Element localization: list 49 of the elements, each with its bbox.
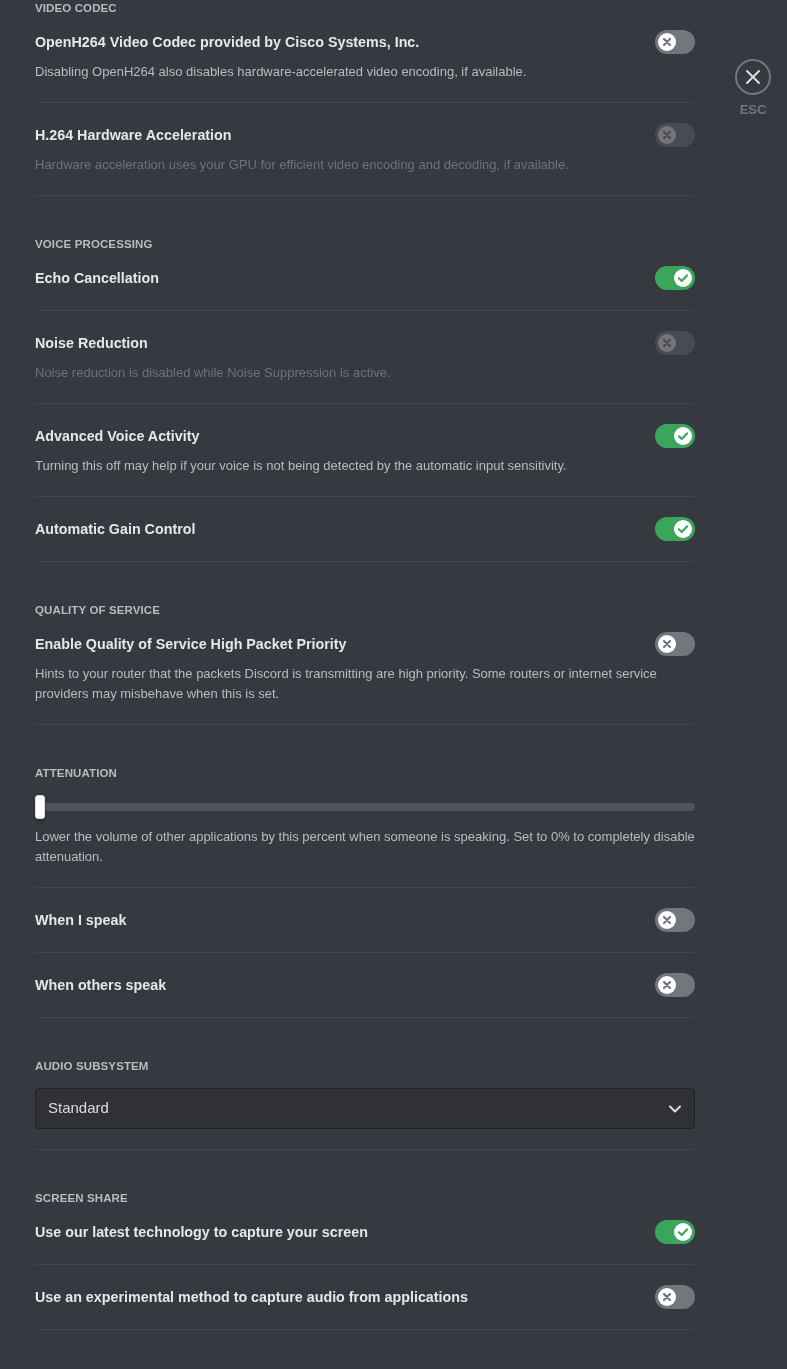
cross-icon <box>658 334 676 352</box>
check-icon <box>674 427 692 445</box>
setting-title: When others speak <box>35 976 167 995</box>
setting-title: Enable Quality of Service High Packet Priority <box>35 635 347 654</box>
slider-thumb[interactable] <box>35 795 45 819</box>
setting-description: Lower the volume of other applications by this percent when someone is speaking. Set to 0% to completely disable attenuation. <box>35 828 695 866</box>
setting-description: Turning this off may help if your voice is not being detected by the automatic input sensitivity. <box>35 457 568 475</box>
check-icon <box>674 269 692 287</box>
esc-label: ESC <box>739 102 767 118</box>
section-heading: ATTENUATION <box>35 766 118 781</box>
cross-icon <box>658 33 676 51</box>
setting-title: Echo Cancellation <box>35 269 159 288</box>
toggle-switch[interactable] <box>655 908 695 932</box>
setting-description: Noise reduction is disabled while Noise Suppression is active. <box>35 364 392 382</box>
close-icon <box>745 69 761 85</box>
setting-title: Use an experimental method to capture audio from applications <box>35 1288 468 1307</box>
cross-icon <box>658 635 676 653</box>
setting-title: When I speak <box>35 911 127 930</box>
section-heading: VOICE PROCESSING <box>35 237 154 252</box>
toggle-switch[interactable] <box>655 517 695 541</box>
setting-title: Use our latest technology to capture your screen <box>35 1223 368 1242</box>
setting-title: H.264 Hardware Acceleration <box>35 126 232 145</box>
setting-description: Hints to your router that the packets Discord is transmitting are high priority. Some routers or internet service providers may misbehave when this is set. <box>35 665 658 703</box>
setting-title: Automatic Gain Control <box>35 520 196 539</box>
toggle-switch[interactable] <box>655 1220 695 1244</box>
section-heading: VIDEO CODEC <box>35 1 118 16</box>
section-heading: SCREEN SHARE <box>35 1191 129 1206</box>
section-heading: QUALITY OF SERVICE <box>35 603 161 618</box>
setting-title: Noise Reduction <box>35 334 148 353</box>
cross-icon <box>658 1288 676 1306</box>
close-button[interactable] <box>735 59 771 95</box>
toggle-switch[interactable] <box>655 266 695 290</box>
setting-title: OpenH264 Video Codec provided by Cisco Systems, Inc. <box>35 33 420 52</box>
setting-title: Advanced Voice Activity <box>35 427 200 446</box>
setting-description: Hardware acceleration uses your GPU for efficient video encoding and decoding, if available. <box>35 156 570 174</box>
toggle-switch[interactable] <box>655 424 695 448</box>
section-heading: AUDIO SUBSYSTEM <box>35 1059 150 1074</box>
toggle-switch[interactable] <box>655 30 695 54</box>
cross-icon <box>658 911 676 929</box>
toggle-switch[interactable] <box>655 632 695 656</box>
toggle-switch[interactable] <box>655 1285 695 1309</box>
slider-track[interactable] <box>35 795 695 819</box>
setting-description: Disabling OpenH264 also disables hardware-accelerated video encoding, if available. <box>35 63 528 81</box>
toggle-switch[interactable] <box>655 973 695 997</box>
check-icon <box>674 1223 692 1241</box>
cross-icon <box>658 976 676 994</box>
dropdown-select[interactable]: Standard <box>35 1088 695 1129</box>
check-icon <box>674 520 692 538</box>
cross-icon <box>658 126 676 144</box>
